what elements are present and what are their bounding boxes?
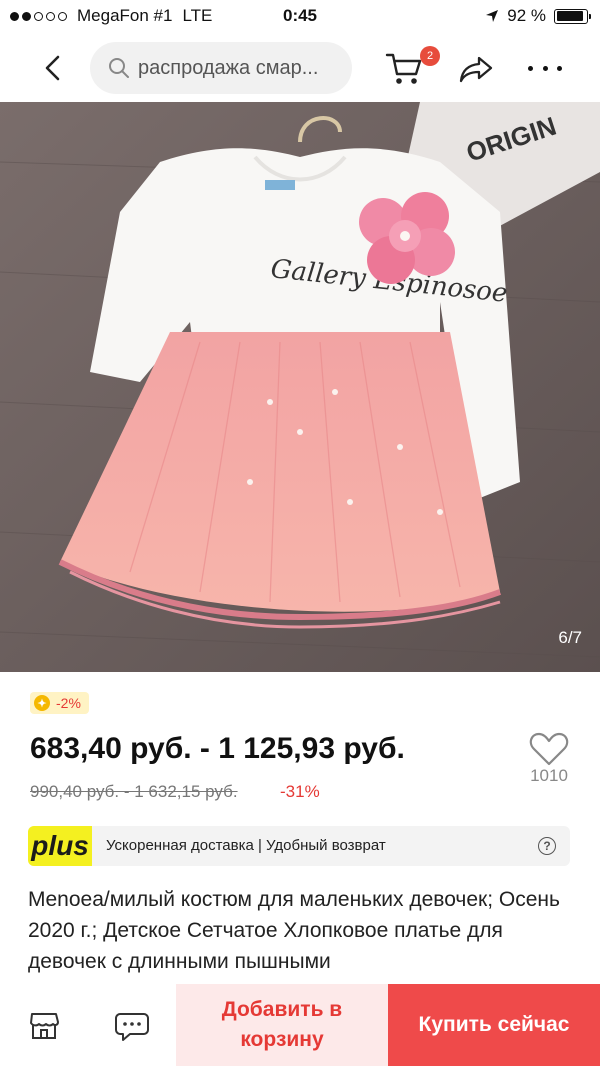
- product-title: Menoea/милый костюм для маленьких девоче…: [28, 888, 560, 973]
- add-to-cart-button[interactable]: Добавить в корзину: [176, 984, 388, 1066]
- battery-icon: [554, 8, 591, 24]
- store-icon[interactable]: [28, 1010, 60, 1042]
- bottom-action-bar: Добавить в корзину Купить сейчас: [0, 984, 600, 1066]
- buy-now-button[interactable]: Купить сейчас: [388, 984, 600, 1066]
- search-query: распродажа смар...: [138, 56, 319, 79]
- search-icon: [109, 58, 129, 78]
- status-right: 92 %: [485, 6, 591, 26]
- plus-delivery-banner[interactable]: plus Ускоренная доставка | Удобный возвр…: [28, 826, 570, 866]
- more-options-icon[interactable]: [528, 56, 562, 80]
- location-arrow-icon: [486, 10, 499, 22]
- share-icon[interactable]: [458, 54, 494, 84]
- top-nav: распродажа смар... 2: [0, 34, 600, 102]
- discount-percent: -31%: [280, 782, 320, 801]
- plus-logo: plus: [28, 826, 92, 866]
- old-price: 990,40 руб. - 1 632,15 руб.: [30, 782, 238, 801]
- heart-icon[interactable]: [528, 730, 570, 768]
- add-to-cart-label: Добавить в корзину: [221, 998, 343, 1051]
- product-photo: ORIGIN Gallery Espinosoe: [0, 102, 600, 672]
- coin-discount-badge: ✦ -2%: [30, 692, 89, 714]
- chat-icon[interactable]: [114, 1010, 150, 1042]
- help-icon[interactable]: ?: [538, 837, 556, 855]
- battery-percent: 92 %: [507, 6, 546, 25]
- product-image-gallery[interactable]: ORIGIN Gallery Espinosoe 6/7: [0, 102, 600, 672]
- cart-count-badge: 2: [420, 46, 440, 66]
- wishlist-count: 1010: [530, 766, 568, 785]
- coin-discount-value: -2%: [56, 695, 81, 711]
- back-arrow-icon[interactable]: [38, 52, 70, 84]
- coin-icon: ✦: [34, 695, 50, 711]
- image-counter: 6/7: [558, 628, 582, 647]
- cart-icon[interactable]: [384, 50, 424, 86]
- plus-banner-text: Ускоренная доставка | Удобный возврат: [106, 837, 386, 854]
- search-bar[interactable]: распродажа смар...: [90, 42, 352, 94]
- buy-now-label: Купить сейчас: [418, 1013, 570, 1036]
- status-bar: MegaFon #1 LTE 0:45 92 %: [0, 0, 600, 34]
- current-price: 683,40 руб. - 1 125,93 руб.: [30, 732, 405, 765]
